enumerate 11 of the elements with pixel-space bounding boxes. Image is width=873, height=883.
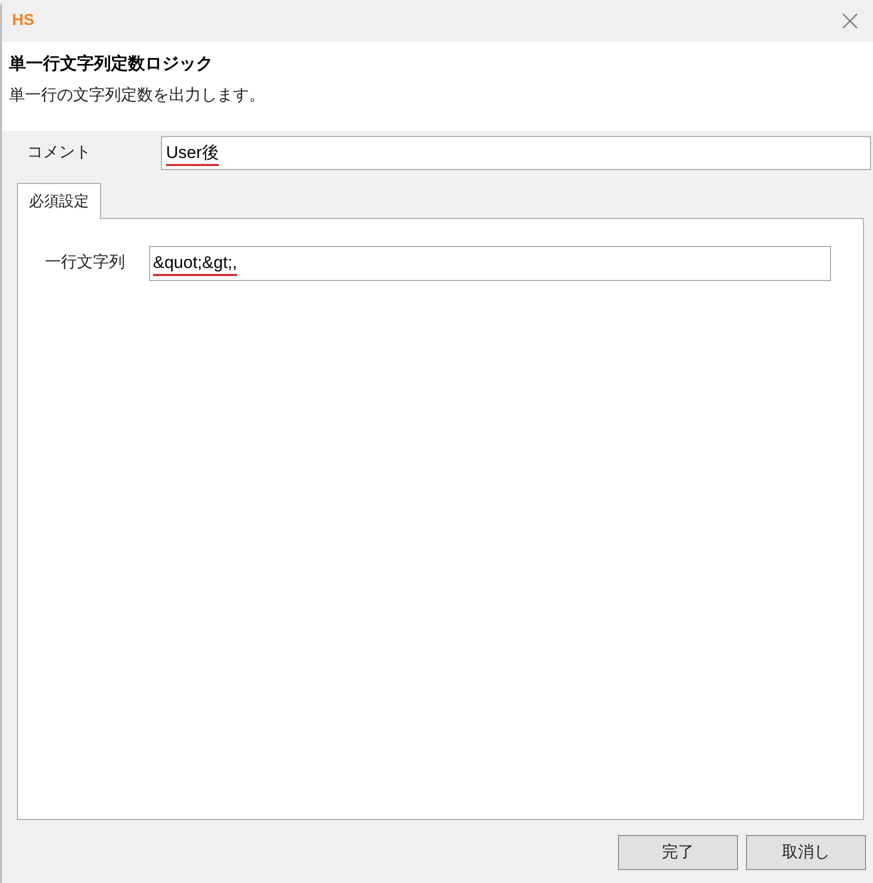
close-icon	[842, 13, 858, 29]
cancel-button[interactable]: 取消し	[746, 835, 866, 870]
app-logo: HS	[12, 13, 34, 29]
text-field[interactable]: &quot;&gt;,	[149, 246, 831, 280]
dialog-title: 単一行文字列定数ロジック	[9, 53, 214, 75]
comment-label: コメント	[26, 143, 92, 163]
settings-tab[interactable]: 必須設定	[17, 183, 101, 220]
dialog-description: 単一行の文字列定数を出力します。	[9, 86, 266, 106]
finish-button[interactable]: 完了	[618, 835, 738, 870]
comment-field[interactable]: User後	[161, 136, 871, 170]
field-label: 一行文字列	[44, 252, 126, 273]
